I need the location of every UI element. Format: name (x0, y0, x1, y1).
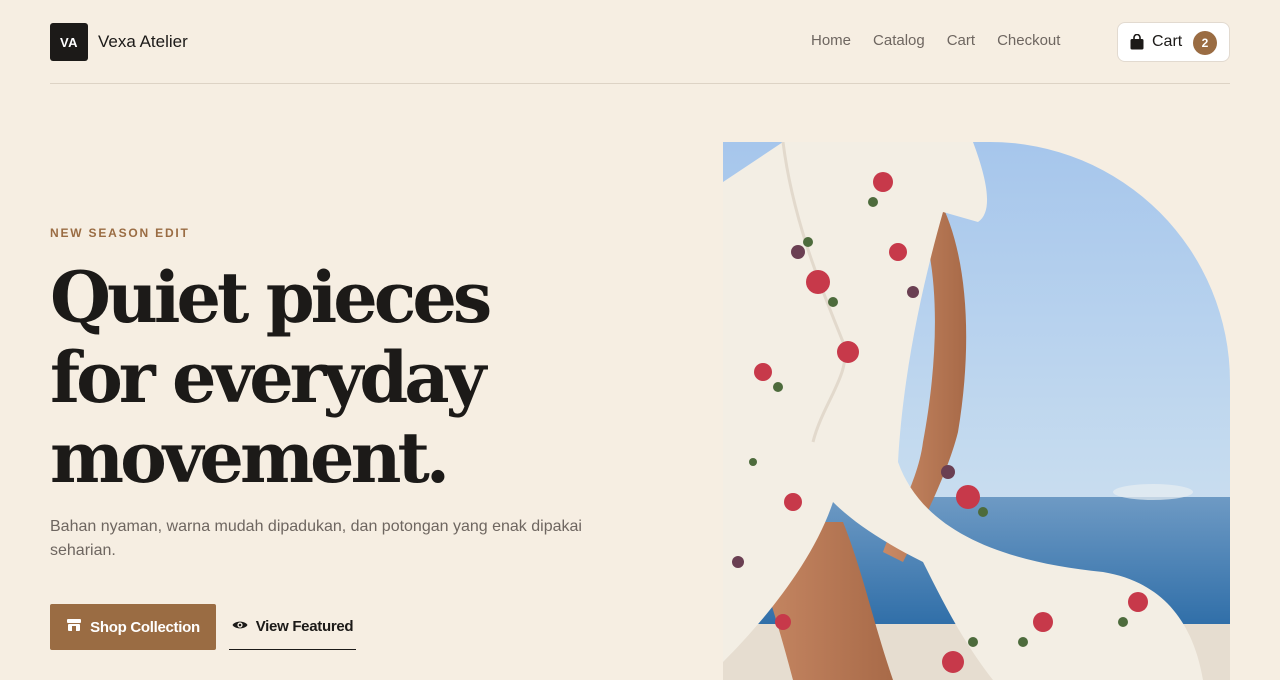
nav-item-cart[interactable]: Cart (947, 32, 975, 49)
site-header: VA Vexa Atelier Home Catalog Cart Checko… (50, 0, 1230, 84)
nav-item-home[interactable]: Home (811, 32, 851, 49)
shop-collection-button[interactable]: Shop Collection (50, 604, 216, 650)
hero-eyebrow: NEW SEASON EDIT (50, 226, 190, 240)
store-icon (66, 618, 90, 636)
shopping-bag-icon (1130, 33, 1144, 50)
view-featured-button[interactable]: View Featured (229, 604, 356, 650)
eye-icon (232, 618, 256, 635)
nav-item-checkout[interactable]: Checkout (997, 32, 1060, 49)
cart-button[interactable]: Cart 2 (1117, 22, 1230, 62)
hero-headline: Quiet pieces for everyday movement. (50, 256, 492, 499)
shop-collection-label: Shop Collection (90, 618, 200, 636)
cart-count-badge: 2 (1193, 31, 1217, 55)
cart-label: Cart (1152, 33, 1183, 50)
model-in-floral-dress-image (723, 142, 1230, 680)
view-featured-label: View Featured (255, 618, 354, 635)
main-nav: Home Catalog Cart Checkout (811, 32, 1082, 49)
hero-subtext: Bahan nyaman, warna mudah dipadukan, dan… (50, 518, 582, 559)
logo-mark[interactable]: VA (50, 23, 88, 61)
brand-name[interactable]: Vexa Atelier (98, 32, 188, 52)
hero-image (723, 142, 1230, 680)
nav-item-catalog[interactable]: Catalog (873, 32, 925, 49)
